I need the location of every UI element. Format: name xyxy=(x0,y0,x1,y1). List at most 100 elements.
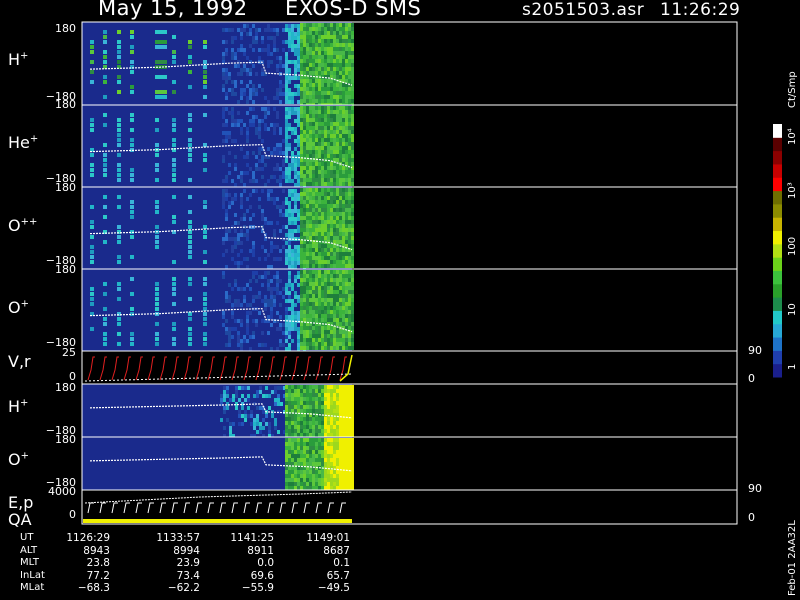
noise-cell xyxy=(222,237,225,241)
noise-cell xyxy=(243,295,246,299)
green-cell xyxy=(351,106,354,110)
green-cell xyxy=(321,330,324,334)
yellow-green-cell xyxy=(318,429,321,433)
green-cell xyxy=(303,216,306,220)
noise-cell xyxy=(267,44,270,48)
green-cell xyxy=(309,318,312,322)
noise-cell xyxy=(252,189,255,193)
green-cell xyxy=(351,110,354,114)
noise-cell xyxy=(256,390,259,394)
burst-cell xyxy=(203,292,207,296)
cyan-cell xyxy=(285,52,288,56)
green-cell xyxy=(300,342,303,346)
green-cell xyxy=(324,83,327,87)
noise-cell xyxy=(240,179,243,183)
green-cell xyxy=(351,224,354,228)
cell: 8994 xyxy=(173,544,200,557)
cyan-cell xyxy=(288,143,291,147)
yellow-green-cell xyxy=(315,478,318,482)
noise-cell xyxy=(261,72,264,76)
green-cell xyxy=(342,43,345,47)
noise-cell xyxy=(273,257,276,261)
yellow-green-cell xyxy=(342,442,345,446)
cyan-cell xyxy=(291,100,294,104)
yellow-green-cell xyxy=(306,446,309,450)
noise-cell xyxy=(267,271,270,275)
cyan-cell xyxy=(294,315,297,319)
green-cell xyxy=(345,302,348,306)
yellow-green-cell xyxy=(348,482,351,486)
green-cell xyxy=(339,174,342,178)
noise-cell xyxy=(261,209,264,213)
green-cell xyxy=(309,114,312,118)
burst-cell xyxy=(188,158,192,162)
burst-cell xyxy=(90,287,94,291)
vr-sawtooth xyxy=(219,356,227,381)
noise-cell xyxy=(255,92,258,96)
noise-cell xyxy=(270,151,273,155)
cyan-cell xyxy=(291,327,294,331)
noise-cell xyxy=(276,56,279,60)
vr-sawtooth xyxy=(291,356,299,381)
green-cell xyxy=(318,83,321,87)
noise-cell xyxy=(265,422,268,426)
green-cell xyxy=(348,334,351,338)
green-cell xyxy=(315,188,318,192)
green-cell xyxy=(330,342,333,346)
cyan-cell xyxy=(294,229,297,233)
green-cell xyxy=(348,208,351,212)
yellow-green-cell xyxy=(306,389,309,393)
green-cell xyxy=(300,240,303,244)
green-cell xyxy=(327,236,330,240)
noise-cell xyxy=(228,131,231,135)
yellow-green-cell xyxy=(315,482,318,486)
noise-cell xyxy=(267,253,270,257)
noise-cell xyxy=(250,422,253,426)
noise-cell xyxy=(255,88,258,92)
green-cell xyxy=(348,196,351,200)
yellow-green-cell xyxy=(303,393,306,397)
green-cell xyxy=(324,314,327,318)
burst-cell xyxy=(203,307,207,311)
noise-cell xyxy=(234,193,237,197)
green-cell xyxy=(327,192,330,196)
green-cell xyxy=(315,224,318,228)
yellow-green-cell xyxy=(324,405,327,409)
burst-cell xyxy=(155,178,159,182)
green-cell xyxy=(300,31,303,35)
burst-cell xyxy=(103,337,107,341)
yellow-green-cell xyxy=(309,478,312,482)
green-cell xyxy=(330,27,333,31)
cyan-cell xyxy=(294,257,297,261)
yellow-green-cell xyxy=(345,442,348,446)
noise-cell xyxy=(282,84,285,88)
green-cell xyxy=(327,256,330,260)
burst-cell xyxy=(172,50,176,54)
green-cell xyxy=(327,51,330,55)
green-cell xyxy=(339,196,342,200)
burst-cell xyxy=(155,128,159,132)
green-cell xyxy=(351,162,354,166)
green-cell xyxy=(336,274,339,278)
burst-cell xyxy=(203,40,207,44)
noise-cell xyxy=(234,261,237,265)
noise-cell xyxy=(264,257,267,261)
yellow-green-cell xyxy=(336,458,339,462)
green-cell xyxy=(321,47,324,51)
green-cell xyxy=(336,208,339,212)
green-cell xyxy=(324,338,327,342)
cyan-cell xyxy=(291,127,294,131)
noise-cell xyxy=(255,179,258,183)
green-cell xyxy=(303,83,306,87)
yellow-green-cell xyxy=(330,458,333,462)
green-cell xyxy=(342,220,345,224)
green-cell xyxy=(306,302,309,306)
green-cell xyxy=(339,178,342,182)
burst-cell xyxy=(90,45,94,49)
noise-cell xyxy=(288,241,291,245)
green-cell xyxy=(315,278,318,282)
yellow-green-cell xyxy=(309,454,312,458)
green-cell xyxy=(339,256,342,260)
yellow-green-cell xyxy=(312,450,315,454)
green-cell xyxy=(333,192,336,196)
